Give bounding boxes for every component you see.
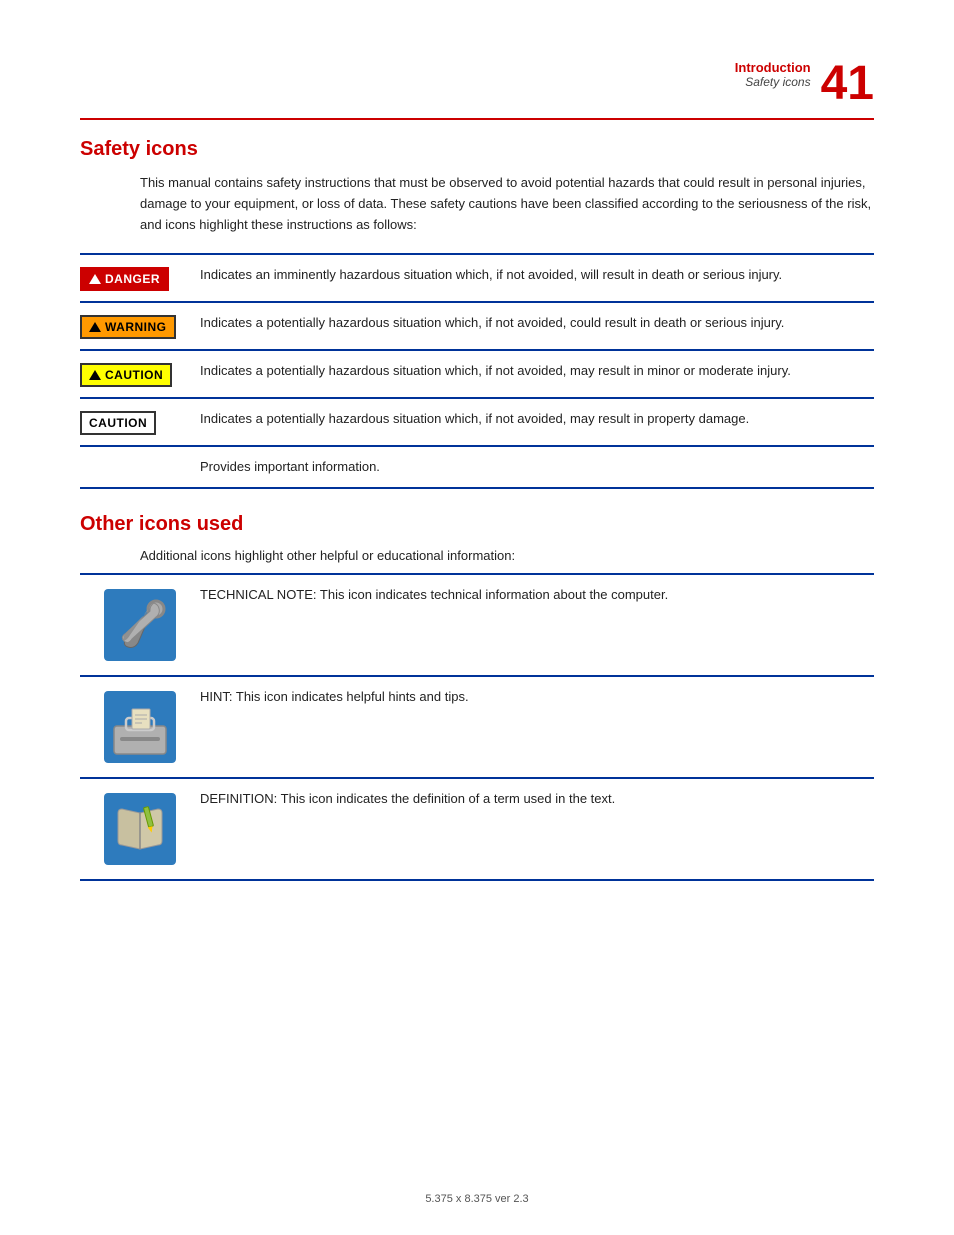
definition-text: DEFINITION: This icon indicates the defi…: [200, 789, 874, 809]
warning-badge-area: WARNING: [80, 313, 200, 339]
other-intro: Additional icons highlight other helpful…: [140, 548, 874, 563]
safety-icons-title: Safety icons: [80, 138, 874, 161]
wrench-icon-area: [80, 585, 200, 665]
caution-yellow-row: CAUTION Indicates a potentially hazardou…: [80, 349, 874, 397]
page: Introduction Safety icons 41 Safety icon…: [0, 0, 954, 1235]
warning-text: Indicates a potentially hazardous situat…: [200, 313, 874, 333]
hint-row: HINT: This icon indicates helpful hints …: [80, 675, 874, 777]
danger-badge: DANGER: [80, 267, 169, 291]
note-text: Provides important information.: [200, 457, 874, 477]
definition-row: DEFINITION: This icon indicates the defi…: [80, 777, 874, 881]
caution-white-badge-area: CAUTION: [80, 409, 200, 435]
header-divider: [80, 118, 874, 120]
page-header: Introduction Safety icons 41: [80, 60, 874, 112]
caution-yellow-badge-area: CAUTION: [80, 361, 200, 387]
danger-text: Indicates an imminently hazardous situat…: [200, 265, 874, 285]
page-footer: 5.375 x 8.375 ver 2.3: [0, 1193, 954, 1205]
header-text: Introduction Safety icons: [735, 60, 811, 89]
note-row: Provides important information.: [80, 445, 874, 489]
wrench-icon: [104, 589, 176, 661]
footer-text: 5.375 x 8.375 ver 2.3: [425, 1193, 528, 1205]
header-subtitle: Safety icons: [735, 75, 811, 89]
safety-icons-section: Safety icons This manual contains safety…: [80, 138, 874, 489]
technical-note-text: TECHNICAL NOTE: This icon indicates tech…: [200, 585, 874, 605]
warning-triangle-icon: [89, 322, 101, 332]
caution-yellow-triangle-icon: [89, 370, 101, 380]
warning-badge: WARNING: [80, 315, 176, 339]
caution-white-text: Indicates a potentially hazardous situat…: [200, 409, 874, 429]
warning-label: WARNING: [105, 320, 167, 334]
caution-white-row: CAUTION Indicates a potentially hazardou…: [80, 397, 874, 445]
page-number: 41: [821, 60, 874, 108]
safety-intro: This manual contains safety instructions…: [140, 173, 874, 235]
toolbox-icon-area: [80, 687, 200, 767]
caution-white-badge: CAUTION: [80, 411, 156, 435]
danger-triangle-icon: [89, 274, 101, 284]
technical-note-row: TECHNICAL NOTE: This icon indicates tech…: [80, 573, 874, 675]
danger-row: DANGER Indicates an imminently hazardous…: [80, 253, 874, 301]
other-icons-title: Other icons used: [80, 513, 874, 536]
caution-yellow-badge: CAUTION: [80, 363, 172, 387]
book-icon-area: [80, 789, 200, 869]
caution-yellow-text: Indicates a potentially hazardous situat…: [200, 361, 874, 381]
header-section: Introduction: [735, 60, 811, 75]
other-icons-section: Other icons used Additional icons highli…: [80, 513, 874, 881]
caution-yellow-label: CAUTION: [105, 368, 163, 382]
hint-text: HINT: This icon indicates helpful hints …: [200, 687, 874, 707]
danger-badge-area: DANGER: [80, 265, 200, 291]
warning-row: WARNING Indicates a potentially hazardou…: [80, 301, 874, 349]
toolbox-icon: [104, 691, 176, 763]
book-icon: [104, 793, 176, 865]
caution-white-label: CAUTION: [89, 416, 147, 430]
danger-label: DANGER: [105, 272, 160, 286]
